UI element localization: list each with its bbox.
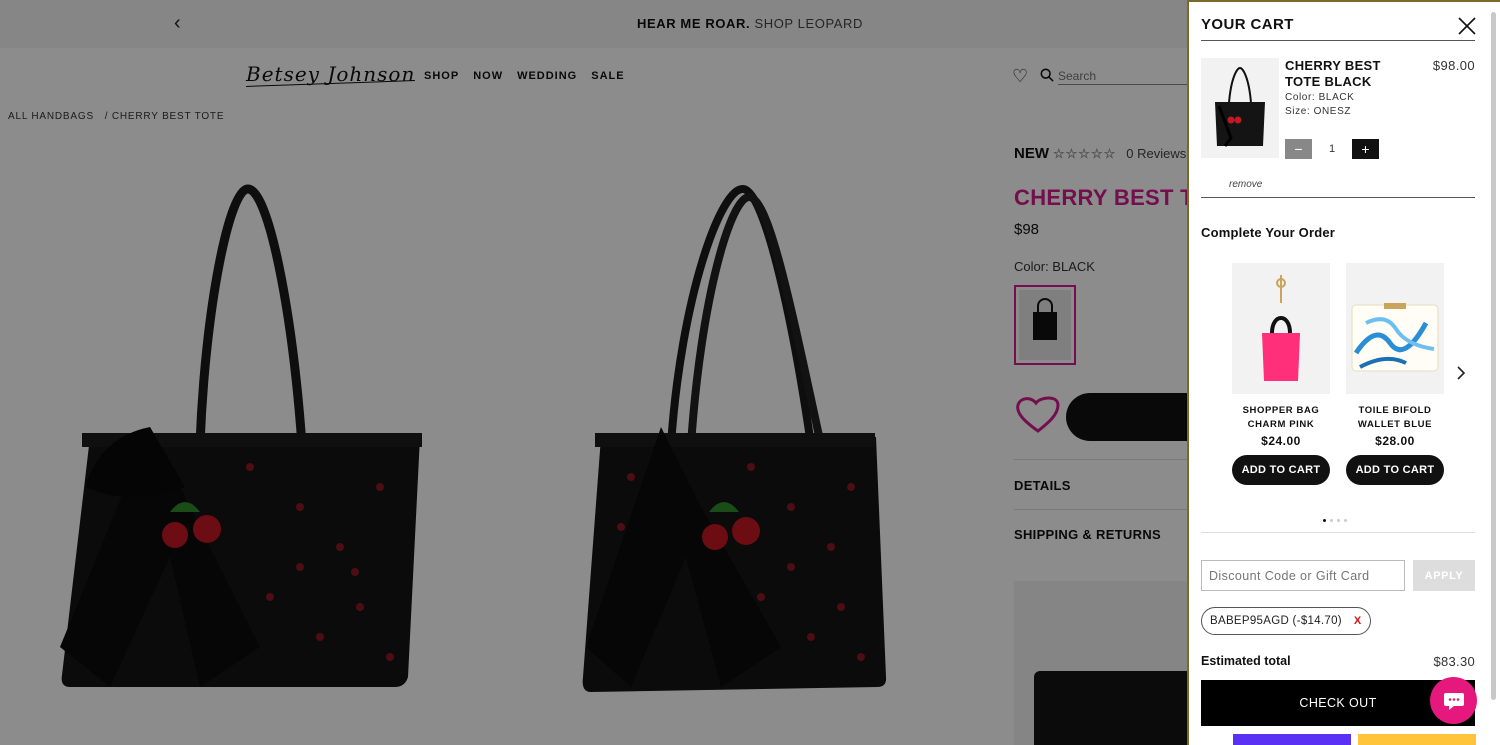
upsell-item-price: $24.00: [1261, 434, 1301, 448]
chevron-right-icon[interactable]: [1456, 366, 1466, 380]
paypal-button[interactable]: [1358, 734, 1476, 745]
shop-pay-button[interactable]: [1233, 734, 1351, 745]
cart-item-name[interactable]: CHERRY BEST TOTE BLACK: [1285, 58, 1405, 90]
chat-button[interactable]: [1430, 677, 1477, 724]
cart-title: YOUR CART: [1201, 16, 1294, 33]
discount-code-input[interactable]: [1201, 560, 1405, 591]
upsell-item: TOILE BIFOLD WALLET BLUE $28.00 ADD TO C…: [1346, 263, 1444, 485]
upsell-add-to-cart-button[interactable]: ADD TO CART: [1232, 455, 1330, 485]
upsell-item-price: $28.00: [1375, 434, 1415, 448]
applied-discount-badge: BABEP95AGD (-$14.70) X: [1201, 607, 1371, 635]
estimated-total-value: $83.30: [1433, 654, 1475, 669]
close-icon[interactable]: [1457, 16, 1477, 36]
decrease-quantity-button[interactable]: −: [1285, 139, 1312, 159]
upsell-title: Complete Your Order: [1201, 225, 1336, 240]
cart-item-size: Size: ONESZ: [1285, 106, 1352, 117]
cart-drawer: YOUR CART CHERRY BEST TOTE BLACK $98.00 …: [1187, 0, 1500, 745]
carousel-dot[interactable]: [1323, 519, 1326, 522]
cart-item-image[interactable]: [1201, 58, 1279, 158]
cart-scrollbar[interactable]: [1491, 12, 1496, 700]
estimated-total-label: Estimated total: [1201, 654, 1291, 668]
carousel-dot[interactable]: [1344, 519, 1347, 522]
upsell-item-image[interactable]: [1346, 263, 1444, 394]
upsell-item-image[interactable]: [1232, 263, 1330, 394]
upsell-item: SHOPPER BAG CHARM PINK $24.00 ADD TO CAR…: [1232, 263, 1330, 485]
remove-item-link[interactable]: remove: [1229, 179, 1262, 190]
upsell-add-to-cart-button[interactable]: ADD TO CART: [1346, 455, 1444, 485]
cart-item-color: Color: BLACK: [1285, 92, 1355, 103]
upsell-item-name[interactable]: TOILE BIFOLD WALLET BLUE: [1346, 404, 1444, 432]
applied-discount-text: BABEP95AGD (-$14.70): [1210, 615, 1342, 627]
quantity-value[interactable]: 1: [1312, 143, 1352, 155]
cart-item-price: $98.00: [1432, 58, 1475, 73]
quantity-stepper: − 1 +: [1285, 139, 1379, 159]
apply-discount-button[interactable]: APPLY: [1413, 560, 1475, 591]
carousel-dot[interactable]: [1330, 519, 1333, 522]
increase-quantity-button[interactable]: +: [1352, 139, 1379, 159]
carousel-dots: [1323, 519, 1347, 522]
chat-bubble-icon: [1443, 692, 1464, 710]
upsell-item-name[interactable]: SHOPPER BAG CHARM PINK: [1232, 404, 1330, 432]
carousel-dot[interactable]: [1337, 519, 1340, 522]
remove-discount-button[interactable]: X: [1354, 615, 1362, 627]
